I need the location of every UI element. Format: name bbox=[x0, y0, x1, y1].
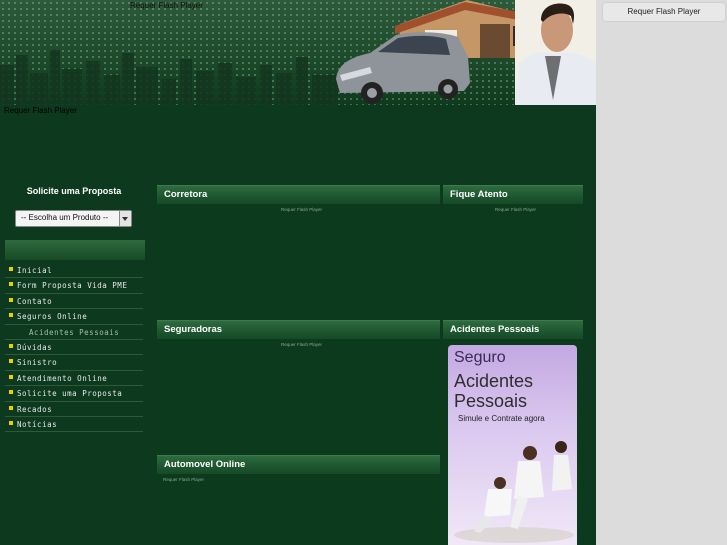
bullet-icon bbox=[9, 405, 13, 410]
ad-line-acidentes: Acidentes bbox=[454, 371, 534, 391]
bullet-icon bbox=[9, 420, 13, 425]
panel-automovel-online-title: Automovel Online bbox=[164, 459, 246, 470]
flash-placeholder-header[interactable]: Requer Flash Player bbox=[130, 1, 203, 10]
flash-placeholder-corretora[interactable]: Requer Flash Player bbox=[281, 207, 322, 212]
menu-item-seguros-online[interactable]: Seguros Online bbox=[5, 309, 143, 325]
bullet-icon bbox=[9, 343, 13, 348]
right-panel bbox=[596, 0, 727, 545]
panel-corretora: Corretora Requer Flash Player bbox=[157, 185, 440, 318]
bullet-icon bbox=[9, 374, 13, 379]
chevron-down-icon[interactable] bbox=[119, 211, 131, 226]
product-select[interactable]: -- Escolha um Produto -- bbox=[15, 210, 132, 227]
bullet-icon bbox=[9, 390, 13, 395]
city-skyline-image bbox=[0, 50, 338, 105]
menu-item-noticias[interactable]: Notícias bbox=[5, 417, 143, 433]
panel-corretora-title: Corretora bbox=[164, 189, 208, 200]
main-area: Requer Flash Player Requer Flash Player … bbox=[0, 0, 596, 545]
panel-fique-atento-title: Fique Atento bbox=[450, 189, 508, 200]
ad-line-simule: Simule e Contrate agora bbox=[458, 414, 545, 423]
bullet-icon bbox=[9, 282, 13, 287]
menu-header-bar bbox=[5, 240, 145, 260]
menu-item-inicial[interactable]: Inicial bbox=[5, 263, 143, 279]
menu-item-sinistro[interactable]: Sinistro bbox=[5, 355, 143, 371]
flash-placeholder-right[interactable]: Requer Flash Player bbox=[602, 2, 726, 22]
bullet-icon bbox=[9, 313, 13, 318]
menu-item-contato[interactable]: Contato bbox=[5, 294, 143, 310]
panel-fique-atento: Fique Atento Requer Flash Player bbox=[443, 185, 583, 318]
menu-item-acidentes-pessoais[interactable]: Acidentes Pessoais bbox=[5, 325, 143, 340]
product-select-value: -- Escolha um Produto -- bbox=[21, 213, 109, 222]
panel-seguradoras-title: Seguradoras bbox=[164, 324, 223, 335]
ad-line-pessoais: Pessoais bbox=[454, 391, 528, 411]
bullet-icon bbox=[9, 267, 13, 271]
bullet-icon bbox=[9, 297, 13, 302]
ad-line-seguro: Seguro bbox=[454, 349, 506, 366]
acidentes-pessoais-ad[interactable]: Seguro Acidentes Pessoais Simule e Contr… bbox=[448, 345, 577, 545]
bullet-icon bbox=[9, 359, 13, 364]
menu-item-duvidas[interactable]: Dúvidas bbox=[5, 340, 143, 356]
menu-item-solicite-proposta[interactable]: Solicite uma Proposta bbox=[5, 386, 143, 402]
flash-placeholder-automovel[interactable]: Requer Flash Player bbox=[163, 477, 204, 482]
panel-automovel-online: Automovel Online Requer Flash Player bbox=[157, 455, 440, 545]
man-portrait-image bbox=[515, 0, 596, 105]
flash-placeholder-seguradoras[interactable]: Requer Flash Player bbox=[281, 342, 322, 347]
panel-seguradoras: Seguradoras Requer Flash Player bbox=[157, 320, 440, 453]
family-image bbox=[454, 441, 574, 543]
car-image bbox=[336, 32, 470, 104]
menu-item-recados[interactable]: Recados bbox=[5, 402, 143, 417]
header-banner bbox=[0, 0, 596, 105]
panel-acidentes-pessoais-title: Acidentes Pessoais bbox=[450, 324, 540, 335]
flash-placeholder-fique-atento[interactable]: Requer Flash Player bbox=[495, 207, 536, 212]
menu-item-atendimento-online[interactable]: Atendimento Online bbox=[5, 371, 143, 387]
sidebar-menu: Inicial Form Proposta Vida PME Contato S… bbox=[5, 263, 143, 433]
flash-placeholder-banner[interactable]: Requer Flash Player bbox=[4, 106, 77, 115]
proposal-title: Solicite uma Proposta bbox=[26, 186, 122, 196]
menu-item-form-proposta[interactable]: Form Proposta Vida PME bbox=[5, 278, 143, 294]
